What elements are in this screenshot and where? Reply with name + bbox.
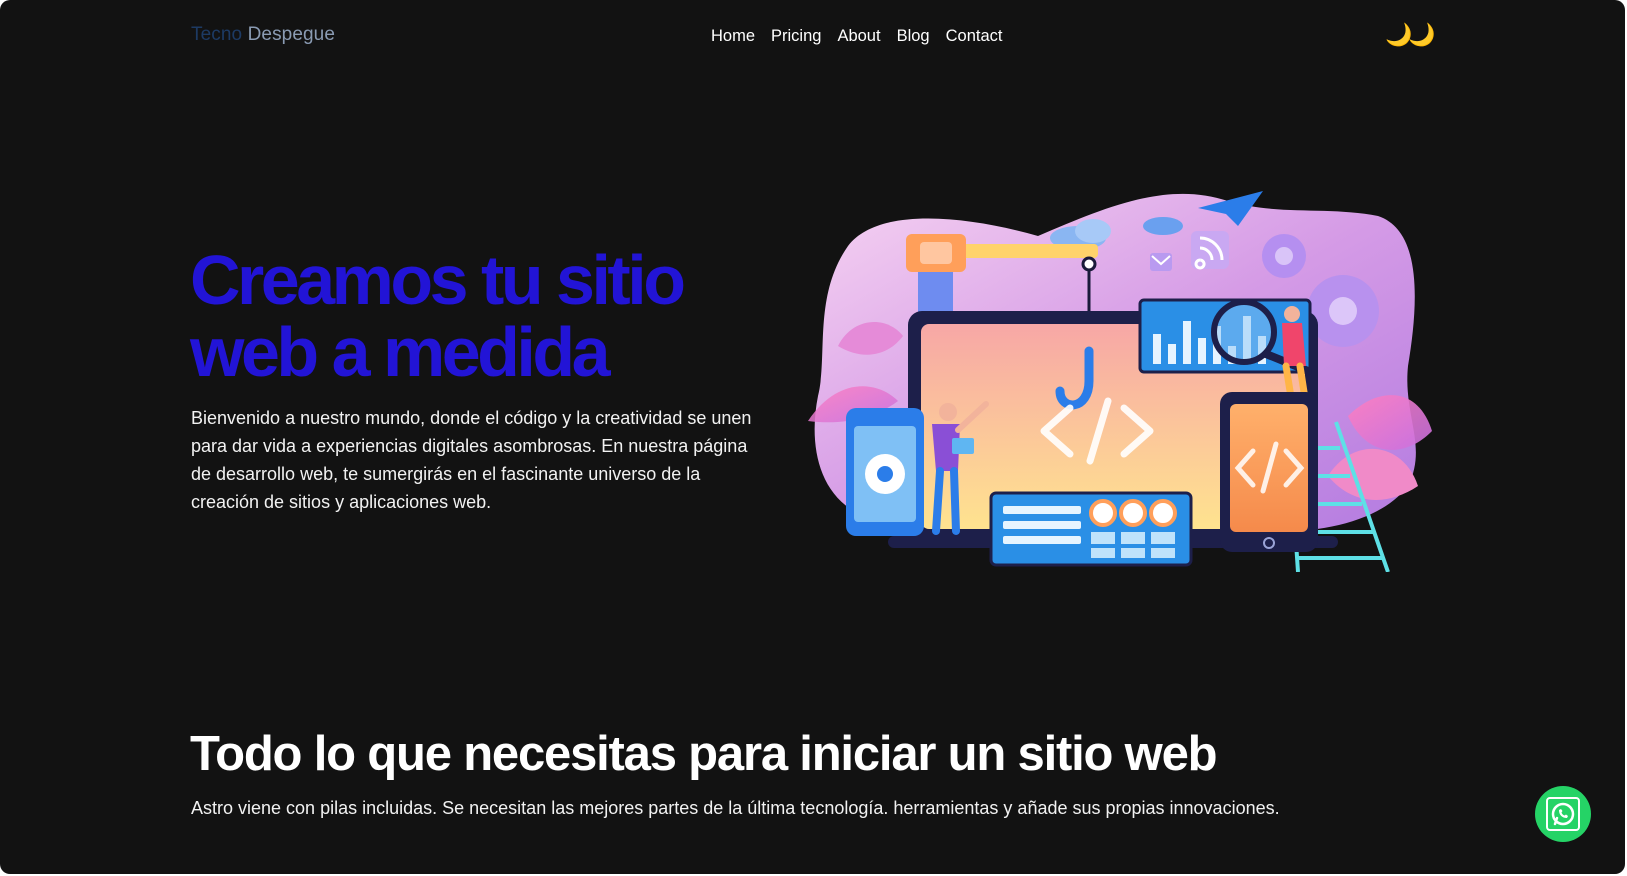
logo[interactable]: Tecno Despegue [191,24,335,46]
main-nav: Home Pricing About Blog Contact [711,27,1002,46]
nav-home[interactable]: Home [711,27,755,46]
features-description: Astro viene con pilas incluidas. Se nece… [191,798,1280,818]
moon-icon: 🌙🌙 [1385,22,1436,47]
whatsapp-button[interactable] [1535,786,1591,842]
nav-pricing[interactable]: Pricing [771,27,821,46]
hero-title: Creamos tu sitio web a medida [190,241,686,391]
hero-description: Bienvenido a nuestro mundo, donde el cód… [191,408,752,512]
logo-brand: Tecno [191,24,243,45]
logo-text: Despegue [242,24,336,45]
nav-blog[interactable]: Blog [897,27,930,46]
nav-contact[interactable]: Contact [946,27,1003,46]
features-title: Todo lo que necesitas para iniciar un si… [190,727,1218,781]
whatsapp-icon [1546,797,1580,831]
theme-toggle-button[interactable]: 🌙🌙 [1385,22,1436,47]
web-development-illustration [808,191,1432,572]
page: Tecno Despegue Home Pricing About Blog C… [0,0,1625,874]
nav-about[interactable]: About [837,27,880,46]
